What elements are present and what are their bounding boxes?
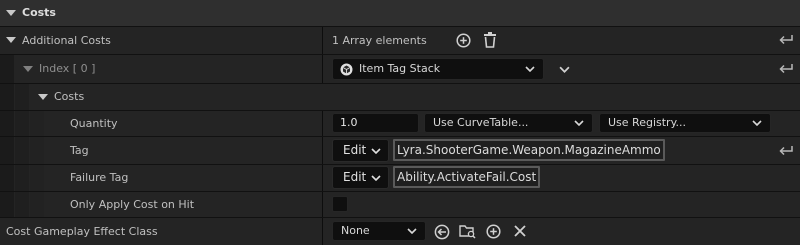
array-count: 1 Array elements <box>332 34 427 47</box>
use-selected-arrow-icon[interactable] <box>434 224 450 240</box>
collapse-arrow-icon[interactable] <box>6 10 16 16</box>
tag-row: Tag Edit Lyra.ShooterGame.Weapon.Magazin… <box>0 137 800 164</box>
failure-tag-row: Failure Tag Edit Ability.ActivateFail.Co… <box>0 165 800 191</box>
struct-type-dropdown[interactable]: Item Tag Stack <box>332 58 544 80</box>
cost-gameplay-effect-class-dropdown[interactable]: None <box>332 221 426 241</box>
only-apply-cost-on-hit-checkbox[interactable] <box>332 196 348 212</box>
tag-label: Tag <box>70 144 89 157</box>
struct-icon <box>340 63 353 76</box>
quantity-row: Quantity 1.0 Use CurveTable... Use Regis… <box>0 111 800 136</box>
add-circle-icon[interactable] <box>486 224 501 239</box>
chevron-down-icon <box>371 148 381 154</box>
add-circle-icon[interactable] <box>456 33 471 48</box>
chevron-down-icon <box>371 175 381 181</box>
index-label: Index [ 0 ] <box>39 62 96 75</box>
tag-value[interactable]: Lyra.ShooterGame.Weapon.MagazineAmmo <box>393 139 665 161</box>
chevron-down-icon <box>752 120 762 126</box>
chevron-down-icon <box>574 120 584 126</box>
cost-gameplay-effect-class-row: Cost Gameplay Effect Class None <box>0 218 800 245</box>
cost-gameplay-effect-class-label: Cost Gameplay Effect Class <box>6 225 158 238</box>
quantity-label: Quantity <box>70 117 118 130</box>
failure-tag-label: Failure Tag <box>70 171 129 184</box>
collapse-arrow-icon[interactable] <box>6 37 16 43</box>
reset-to-default-icon[interactable] <box>778 144 794 158</box>
chevron-down-icon <box>407 228 417 234</box>
collapse-arrow-icon[interactable] <box>38 94 48 100</box>
reset-to-default-icon[interactable] <box>778 33 794 47</box>
section-title: Costs <box>22 6 56 19</box>
only-apply-cost-on-hit-label: Only Apply Cost on Hit <box>70 198 195 211</box>
failure-tag-value[interactable]: Ability.ActivateFail.Cost <box>393 166 541 188</box>
clear-x-icon[interactable] <box>514 225 526 237</box>
section-header-costs[interactable]: Costs <box>0 0 800 26</box>
curve-table-dropdown[interactable]: Use CurveTable... <box>424 113 593 133</box>
array-index-row: Index [ 0 ] Item Tag Stack <box>0 55 800 83</box>
browse-folder-icon[interactable] <box>459 223 477 240</box>
trash-icon[interactable] <box>483 32 497 48</box>
costs-group-row: Costs <box>0 84 800 110</box>
costs-group-label: Costs <box>54 90 85 103</box>
only-apply-cost-on-hit-row: Only Apply Cost on Hit <box>0 192 800 217</box>
additional-costs-label: Additional Costs <box>22 34 111 47</box>
chevron-down-icon[interactable] <box>559 66 570 73</box>
collapse-arrow-icon[interactable] <box>23 66 33 72</box>
reset-to-default-icon[interactable] <box>778 62 794 76</box>
registry-dropdown[interactable]: Use Registry... <box>599 113 771 133</box>
quantity-input[interactable]: 1.0 <box>332 113 419 133</box>
additional-costs-row: Additional Costs 1 Array elements <box>0 27 800 54</box>
tag-edit-button[interactable]: Edit <box>332 139 389 162</box>
failure-tag-edit-button[interactable]: Edit <box>332 166 389 189</box>
chevron-down-icon <box>525 66 535 72</box>
